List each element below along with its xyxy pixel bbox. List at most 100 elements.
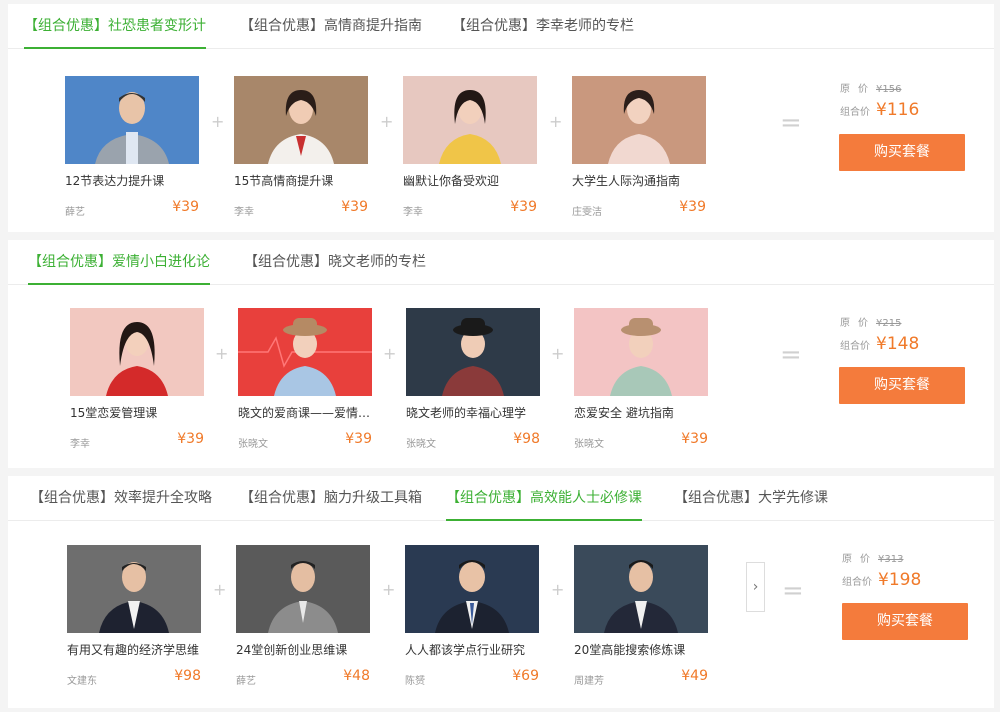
course-card[interactable]: 恋爱安全 避坑指南 张晓文 ¥39 [574, 308, 708, 450]
course-thumbnail[interactable] [574, 308, 708, 396]
course-card[interactable]: 晓文的爱商课——爱情… 张晓文 ¥39 [238, 308, 372, 450]
course-card[interactable]: 大学生人际沟通指南 庄雯洁 ¥39 [572, 76, 706, 218]
plus-icon: + [380, 112, 394, 131]
bundle-tabs: 【组合优惠】爱情小白进化论 【组合优惠】晓文老师的专栏 [8, 240, 994, 285]
original-price-label: 原价 [840, 318, 876, 329]
bundle-section-2: 【组合优惠】爱情小白进化论 【组合优惠】晓文老师的专栏 15堂恋爱管理课 李幸 … [8, 240, 994, 468]
course-author: 张晓文 [238, 439, 268, 450]
course-thumbnail[interactable] [572, 76, 706, 164]
tab-bundle-love[interactable]: 【组合优惠】爱情小白进化论 [28, 240, 210, 285]
course-title[interactable]: 人人都该学点行业研究 [405, 641, 539, 658]
course-price: ¥39 [345, 431, 372, 447]
course-price: ¥39 [172, 199, 199, 215]
course-card[interactable]: 晓文老师的幸福心理学 张晓文 ¥98 [406, 308, 540, 450]
course-title[interactable]: 大学生人际沟通指南 [572, 172, 706, 189]
combo-price-value: ¥198 [878, 570, 922, 590]
tab-bundle-efficiency[interactable]: 【组合优惠】效率提升全攻略 [30, 476, 212, 520]
course-card[interactable]: 12节表达力提升课 薛艺 ¥39 [65, 76, 199, 218]
course-thumbnail[interactable] [67, 545, 201, 633]
course-title[interactable]: 有用又有趣的经济学思维 [67, 641, 201, 658]
course-title[interactable]: 晓文老师的幸福心理学 [406, 404, 540, 421]
original-price: 原价¥313 [842, 550, 903, 565]
course-price: ¥39 [510, 199, 537, 215]
course-card[interactable]: 24堂创新创业思维课 薛艺 ¥48 [236, 545, 370, 687]
original-price: 原价¥215 [840, 314, 901, 329]
course-card[interactable]: 20堂高能搜索修炼课 周建芳 ¥49 [574, 545, 708, 687]
plus-icon: + [383, 344, 397, 363]
buy-bundle-button[interactable]: 购买套餐 [839, 134, 965, 171]
buy-bundle-button[interactable]: 购买套餐 [842, 603, 968, 640]
course-author: 薛艺 [236, 676, 256, 687]
bundle-tabs: 【组合优惠】效率提升全攻略 【组合优惠】脑力升级工具箱 【组合优惠】高效能人士必… [8, 476, 994, 521]
course-thumbnail[interactable] [65, 76, 199, 164]
course-thumbnail[interactable] [403, 76, 537, 164]
plus-icon: + [211, 112, 225, 131]
equals-icon: = [780, 108, 802, 138]
course-title[interactable]: 幽默让你备受欢迎 [403, 172, 537, 189]
combo-price: 组合价 ¥148 [840, 334, 919, 354]
plus-icon: + [551, 344, 565, 363]
tab-bundle-social[interactable]: 【组合优惠】社恐患者变形计 [24, 4, 206, 49]
original-price-value: ¥215 [876, 318, 902, 329]
course-card[interactable]: 有用又有趣的经济学思维 文建东 ¥98 [67, 545, 201, 687]
combo-price: 组合价 ¥198 [842, 570, 921, 590]
plus-icon: + [213, 580, 227, 599]
plus-icon: + [382, 580, 396, 599]
course-thumbnail[interactable] [236, 545, 370, 633]
course-author: 陈赟 [405, 676, 425, 687]
chevron-right-icon[interactable]: › [746, 562, 765, 612]
original-price-label: 原价 [842, 554, 878, 565]
plus-icon: + [551, 580, 565, 599]
tab-bundle-xiaowen[interactable]: 【组合优惠】晓文老师的专栏 [244, 240, 426, 284]
course-title[interactable]: 20堂高能搜索修炼课 [574, 641, 708, 658]
original-price: 原价¥156 [840, 80, 901, 95]
course-card[interactable]: 15节高情商提升课 李幸 ¥39 [234, 76, 368, 218]
bundle-section-3: 【组合优惠】效率提升全攻略 【组合优惠】脑力升级工具箱 【组合优惠】高效能人士必… [8, 476, 994, 708]
course-price: ¥48 [343, 668, 370, 684]
plus-icon: + [549, 112, 563, 131]
equals-icon: = [782, 576, 804, 606]
course-author: 庄雯洁 [572, 207, 602, 218]
course-thumbnail[interactable] [238, 308, 372, 396]
course-title[interactable]: 恋爱安全 避坑指南 [574, 404, 708, 421]
course-thumbnail[interactable] [406, 308, 540, 396]
bundle-section-1: 【组合优惠】社恐患者变形计 【组合优惠】高情商提升指南 【组合优惠】李幸老师的专… [8, 4, 994, 232]
course-author: 李幸 [70, 439, 90, 450]
tab-bundle-university[interactable]: 【组合优惠】大学先修课 [674, 476, 828, 520]
course-title[interactable]: 12节表达力提升课 [65, 172, 199, 189]
course-author: 薛艺 [65, 207, 85, 218]
plus-icon: + [215, 344, 229, 363]
buy-bundle-button[interactable]: 购买套餐 [839, 367, 965, 404]
course-price: ¥39 [177, 431, 204, 447]
course-card[interactable]: 人人都该学点行业研究 陈赟 ¥69 [405, 545, 539, 687]
course-thumbnail[interactable] [234, 76, 368, 164]
combo-price-label: 组合价 [842, 577, 872, 588]
course-thumbnail[interactable] [405, 545, 539, 633]
course-price: ¥49 [681, 668, 708, 684]
combo-price: 组合价 ¥116 [840, 100, 919, 120]
course-card[interactable]: 15堂恋爱管理课 李幸 ¥39 [70, 308, 204, 450]
tab-bundle-eq[interactable]: 【组合优惠】高情商提升指南 [240, 4, 422, 48]
course-title[interactable]: 15堂恋爱管理课 [70, 404, 204, 421]
course-author: 文建东 [67, 676, 97, 687]
course-thumbnail[interactable] [70, 308, 204, 396]
course-price: ¥69 [512, 668, 539, 684]
course-title[interactable]: 15节高情商提升课 [234, 172, 368, 189]
combo-price-label: 组合价 [840, 107, 870, 118]
course-price: ¥98 [513, 431, 540, 447]
tab-bundle-brain[interactable]: 【组合优惠】脑力升级工具箱 [240, 476, 422, 520]
course-title[interactable]: 24堂创新创业思维课 [236, 641, 370, 658]
combo-price-value: ¥148 [876, 334, 920, 354]
tab-bundle-lixing[interactable]: 【组合优惠】李幸老师的专栏 [452, 4, 634, 48]
course-card[interactable]: 幽默让你备受欢迎 李幸 ¥39 [403, 76, 537, 218]
tab-bundle-effective-people[interactable]: 【组合优惠】高效能人士必修课 [446, 476, 642, 521]
course-author: 张晓文 [406, 439, 436, 450]
original-price-value: ¥313 [878, 554, 904, 565]
original-price-value: ¥156 [876, 84, 902, 95]
course-title[interactable]: 晓文的爱商课——爱情… [238, 404, 372, 421]
course-thumbnail[interactable] [574, 545, 708, 633]
course-price: ¥98 [174, 668, 201, 684]
course-author: 张晓文 [574, 439, 604, 450]
course-bundle-page: 【组合优惠】社恐患者变形计 【组合优惠】高情商提升指南 【组合优惠】李幸老师的专… [0, 0, 1000, 712]
combo-price-value: ¥116 [876, 100, 920, 120]
